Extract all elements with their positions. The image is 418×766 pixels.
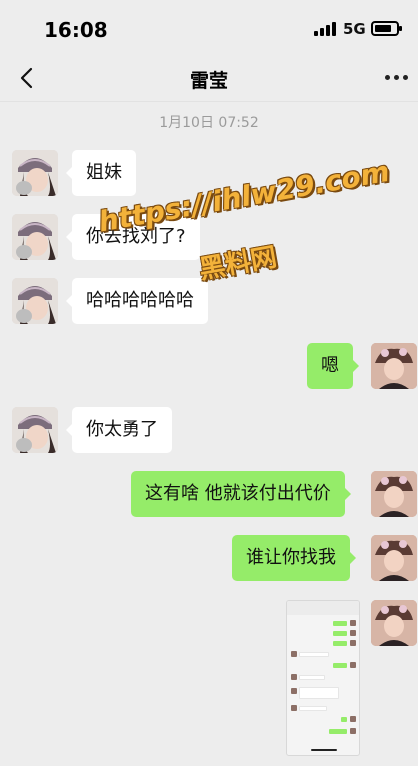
- battery-icon: [371, 21, 402, 36]
- watermark-label: 黑料网: [197, 242, 280, 286]
- status-bar: 16:08 5G: [0, 0, 418, 56]
- my-avatar[interactable]: [371, 535, 417, 581]
- contact-avatar[interactable]: [12, 150, 58, 196]
- message-bubble-outgoing[interactable]: 这有啥 他就该付出代价: [131, 471, 351, 517]
- signal-icon: [314, 22, 338, 36]
- image-message-thumbnail[interactable]: [286, 600, 360, 756]
- status-time: 16:08: [44, 18, 108, 42]
- message-bubble-incoming[interactable]: 姐妹: [66, 150, 136, 196]
- my-avatar[interactable]: [371, 471, 417, 517]
- message-timestamp: 1月10日 07:52: [159, 115, 259, 131]
- my-avatar[interactable]: [371, 600, 417, 646]
- network-label: 5G: [343, 20, 366, 38]
- message-bubble-outgoing[interactable]: 嗯: [307, 343, 359, 389]
- more-icon[interactable]: [385, 75, 409, 81]
- chat-header: 雷莹: [0, 56, 418, 102]
- message-bubble-outgoing[interactable]: 谁让你找我: [232, 535, 356, 581]
- message-bubble-incoming[interactable]: 你太勇了: [66, 407, 172, 453]
- contact-avatar[interactable]: [12, 278, 58, 324]
- message-bubble-incoming[interactable]: 哈哈哈哈哈哈: [66, 278, 208, 324]
- my-avatar[interactable]: [371, 343, 417, 389]
- contact-avatar[interactable]: [12, 214, 58, 260]
- watermark-url: https://ihlw29.com: [96, 154, 392, 239]
- contact-avatar[interactable]: [12, 407, 58, 453]
- chat-title: 雷莹: [189, 70, 228, 92]
